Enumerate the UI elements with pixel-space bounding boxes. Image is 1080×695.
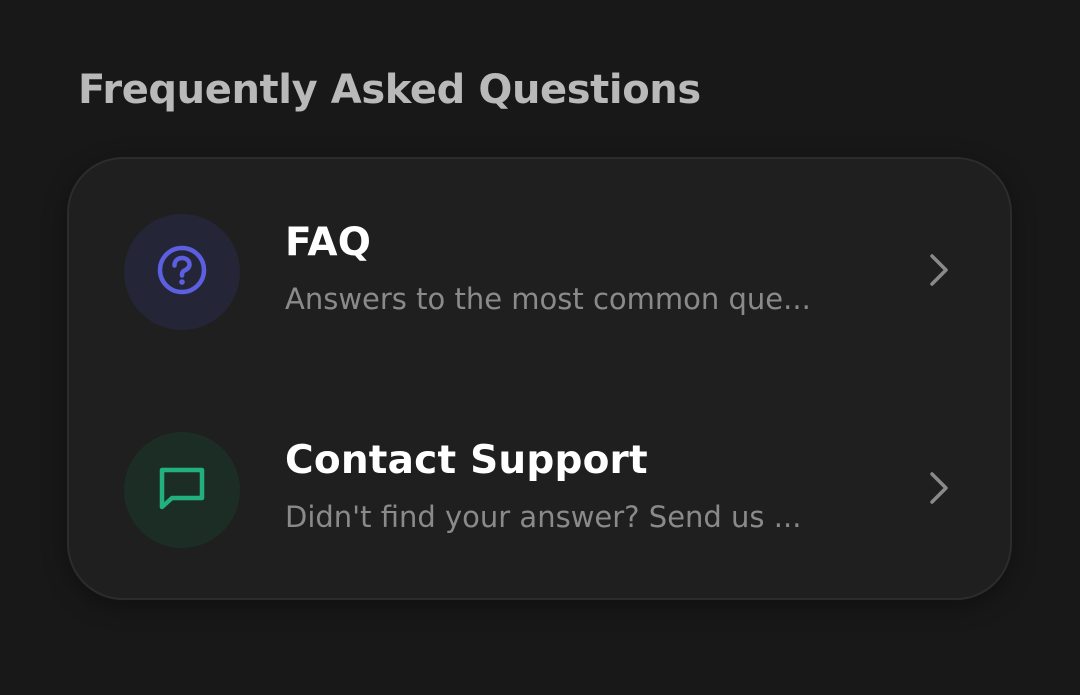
contact-support-icon-container [124,432,240,548]
faq-subtitle: Answers to the most common que... [285,282,811,316]
contact-support-title: Contact Support [285,438,648,483]
chevron-right-icon [924,470,954,506]
question-circle-icon [155,243,209,301]
faq-title: FAQ [285,220,372,265]
chevron-right-icon [924,252,954,288]
help-options-card: FAQ Answers to the most common que... Co… [67,157,1012,600]
faq-icon-container [124,214,240,330]
contact-support-subtitle: Didn't find your answer? Send us ... [285,500,802,534]
section-title: Frequently Asked Questions [78,67,701,113]
faq-row[interactable]: FAQ Answers to the most common que... [69,199,1010,349]
contact-support-row[interactable]: Contact Support Didn't find your answer?… [69,417,1010,567]
message-square-icon [154,460,210,520]
